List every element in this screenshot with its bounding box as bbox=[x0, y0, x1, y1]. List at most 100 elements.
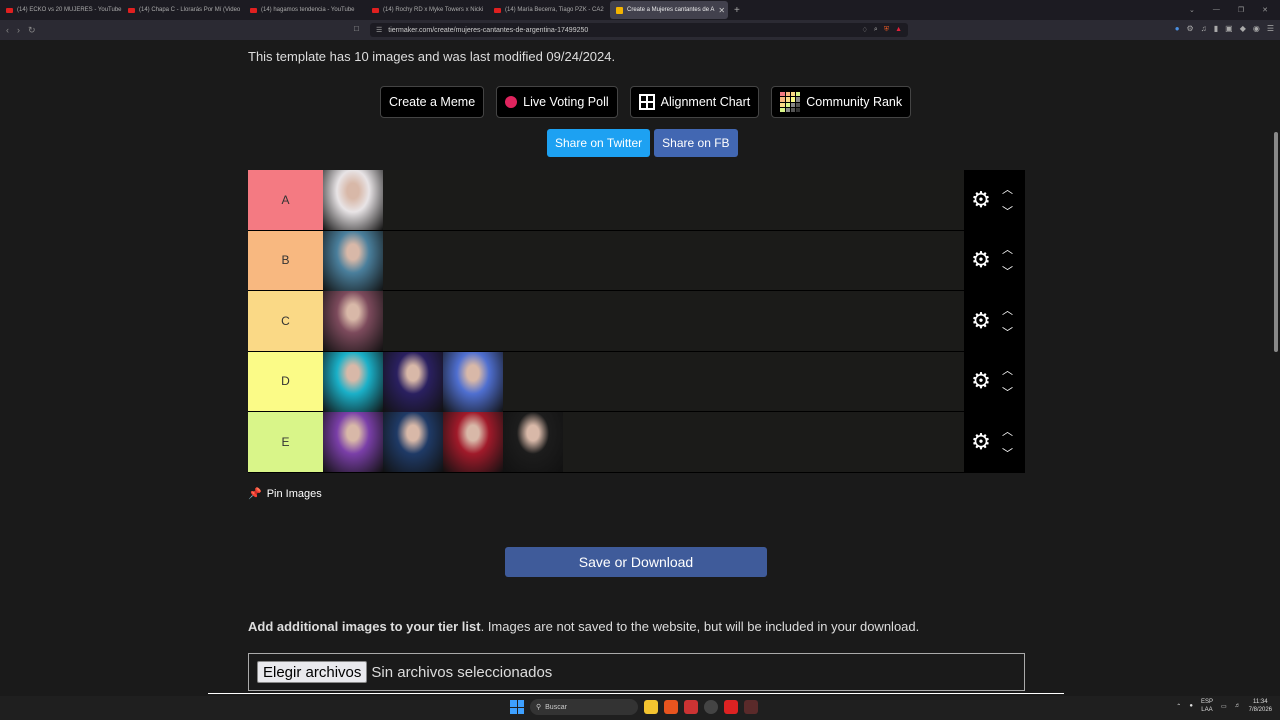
wallet-icon[interactable]: ▣ bbox=[1225, 24, 1233, 33]
window-controls: ⌄ — ❐ ✕ bbox=[1189, 6, 1280, 14]
tier-row: D ⚙ ︿ ﹀ bbox=[248, 351, 1025, 412]
move-up-icon[interactable]: ︿ bbox=[1002, 423, 1013, 439]
rewards-icon[interactable]: ▲ bbox=[895, 26, 902, 34]
back-icon[interactable]: ‹ bbox=[6, 25, 9, 36]
gear-icon[interactable]: ⚙ bbox=[966, 308, 996, 334]
singer-image[interactable] bbox=[443, 351, 503, 412]
move-down-icon[interactable]: ﹀ bbox=[1002, 445, 1013, 461]
singer-image[interactable] bbox=[323, 351, 383, 412]
reload-icon[interactable]: ↻ bbox=[28, 25, 36, 36]
move-down-icon[interactable]: ﹀ bbox=[1002, 263, 1013, 279]
singer-image[interactable] bbox=[383, 351, 443, 412]
obs-icon[interactable] bbox=[704, 700, 718, 714]
browser-tab[interactable]: Create a Mujeres cantantes de A ✕ bbox=[610, 1, 728, 19]
pin-icon: 📌 bbox=[248, 488, 262, 500]
singer-image[interactable] bbox=[383, 412, 443, 472]
share-fb-button[interactable]: Share on FB bbox=[654, 129, 738, 157]
url-bar: ‹ › ↻ □ ☰ tiermaker.com/create/mujeres-c… bbox=[0, 20, 1280, 40]
network-icon[interactable]: ▭ bbox=[1221, 703, 1227, 710]
tier-items bbox=[323, 230, 964, 291]
singer-image[interactable] bbox=[443, 412, 503, 472]
browser-tab[interactable]: (14) María Becerra, Tiago PZK - CA2 bbox=[488, 1, 610, 19]
gear-icon[interactable]: ⚙ bbox=[966, 368, 996, 394]
pin-images-toggle[interactable]: 📌 Pin Images bbox=[248, 487, 322, 501]
minimize-icon[interactable]: — bbox=[1213, 6, 1220, 14]
scrollbar-thumb[interactable] bbox=[1274, 132, 1278, 352]
move-up-icon[interactable]: ︿ bbox=[1002, 362, 1013, 378]
translate-icon[interactable]: ♢ bbox=[862, 26, 868, 34]
tier-controls: ⚙ ︿ ﹀ bbox=[964, 291, 1025, 351]
page-scrollbar[interactable] bbox=[1272, 40, 1280, 694]
chevron-down-icon[interactable]: ⌄ bbox=[1189, 6, 1195, 14]
extension-icon[interactable]: ● bbox=[1175, 24, 1180, 33]
volume-icon[interactable]: ♬ bbox=[1235, 703, 1241, 709]
forward-icon[interactable]: › bbox=[17, 25, 20, 36]
tab-title: (14) ECKO vs 20 MUJERES - YouTube bbox=[17, 7, 122, 13]
tab-close-icon[interactable]: ✕ bbox=[718, 6, 725, 15]
tab-bar: (14) ECKO vs 20 MUJERES - YouTube (14) Ch… bbox=[0, 0, 1280, 20]
windows-taskbar: ⚲ Buscar ⌃ ● ESP LAA ▭ ♬ 11:34 7/8/2026 bbox=[0, 696, 1280, 720]
singer-image[interactable] bbox=[323, 412, 383, 472]
close-icon[interactable]: ✕ bbox=[1262, 6, 1268, 14]
tier-label[interactable]: E bbox=[248, 412, 323, 472]
tier-label[interactable]: C bbox=[248, 291, 323, 351]
restore-icon[interactable]: ❐ bbox=[1238, 6, 1244, 14]
tray-chevron-icon[interactable]: ⌃ bbox=[1176, 703, 1181, 710]
gear-icon[interactable]: ⚙ bbox=[966, 247, 996, 273]
media-app-icon[interactable] bbox=[724, 700, 738, 714]
site-info-icon[interactable]: ☰ bbox=[376, 26, 382, 34]
clock[interactable]: 11:34 7/8/2026 bbox=[1249, 698, 1272, 714]
move-up-icon[interactable]: ︿ bbox=[1002, 302, 1013, 318]
browser-tab[interactable]: (14) ECKO vs 20 MUJERES - YouTube bbox=[0, 1, 122, 19]
choose-files-button[interactable]: Elegir archivos bbox=[257, 661, 368, 683]
tier-label[interactable]: A bbox=[248, 170, 323, 230]
youtube-icon bbox=[6, 7, 13, 13]
music-icon[interactable]: ♫ bbox=[1201, 24, 1207, 33]
brave-taskbar-icon[interactable] bbox=[664, 700, 678, 714]
singer-image[interactable] bbox=[323, 230, 383, 291]
tier-label[interactable]: D bbox=[248, 351, 323, 411]
browser-tab[interactable]: (14) Chapa C - Llorarás Por Mí (Video bbox=[122, 1, 244, 19]
address-field[interactable]: ☰ tiermaker.com/create/mujeres-cantantes… bbox=[370, 23, 908, 37]
tier-label[interactable]: B bbox=[248, 230, 323, 290]
share-twitter-button[interactable]: Share on Twitter bbox=[547, 129, 651, 157]
gear-icon[interactable]: ⚙ bbox=[966, 429, 996, 455]
file-explorer-icon[interactable] bbox=[644, 700, 658, 714]
extensions-puzzle-icon[interactable]: ⚙ bbox=[1187, 24, 1194, 33]
create-meme-button[interactable]: Create a Meme bbox=[380, 86, 485, 118]
brave-icon[interactable]: ◆ bbox=[1240, 24, 1246, 33]
move-up-icon[interactable]: ︿ bbox=[1002, 241, 1013, 257]
sidebar-icon[interactable]: ▮ bbox=[1214, 24, 1218, 33]
move-down-icon[interactable]: ﹀ bbox=[1002, 324, 1013, 340]
move-down-icon[interactable]: ﹀ bbox=[1002, 203, 1013, 219]
move-up-icon[interactable]: ︿ bbox=[1002, 181, 1013, 197]
singer-image[interactable] bbox=[323, 170, 383, 230]
bookmark-icon[interactable]: □ bbox=[354, 24, 359, 33]
singer-image[interactable] bbox=[503, 412, 563, 472]
brave-shield-icon[interactable]: ⛨ bbox=[884, 26, 889, 34]
browser-tab[interactable]: (14) Rochy RD x Myke Towers x Nicki bbox=[366, 1, 488, 19]
gear-icon[interactable]: ⚙ bbox=[966, 187, 996, 213]
news-app-icon[interactable] bbox=[684, 700, 698, 714]
file-upload-field[interactable]: Elegir archivos Sin archivos seleccionad… bbox=[248, 653, 1025, 691]
menu-icon[interactable]: ☰ bbox=[1267, 24, 1274, 33]
mic-icon[interactable]: ● bbox=[1189, 703, 1193, 709]
vpn-icon[interactable]: ◉ bbox=[1253, 24, 1260, 33]
move-down-icon[interactable]: ﹀ bbox=[1002, 384, 1013, 400]
share-buttons: Share on Twitter Share on FB bbox=[547, 129, 738, 157]
windows-start-icon[interactable] bbox=[510, 700, 524, 714]
singer-image[interactable] bbox=[323, 291, 383, 351]
youtube-icon bbox=[250, 7, 257, 13]
save-download-button[interactable]: Save or Download bbox=[505, 547, 767, 577]
browser-tab[interactable]: (14) hagamos tendencia - YouTube bbox=[244, 1, 366, 19]
community-rank-button[interactable]: Community Rank bbox=[771, 86, 912, 118]
alignment-chart-button[interactable]: Alignment Chart bbox=[629, 86, 760, 118]
new-tab-icon[interactable]: + bbox=[734, 5, 740, 16]
taskbar-search[interactable]: ⚲ Buscar bbox=[530, 699, 638, 715]
language-indicator[interactable]: ESP LAA bbox=[1201, 698, 1213, 714]
active-app-icon[interactable] bbox=[744, 700, 758, 714]
live-voting-button[interactable]: Live Voting Poll bbox=[496, 86, 618, 118]
zoom-icon[interactable]: ⌕ bbox=[874, 26, 878, 34]
url-text[interactable]: tiermaker.com/create/mujeres-cantantes-d… bbox=[388, 27, 588, 34]
tiermaker-icon bbox=[616, 6, 623, 14]
